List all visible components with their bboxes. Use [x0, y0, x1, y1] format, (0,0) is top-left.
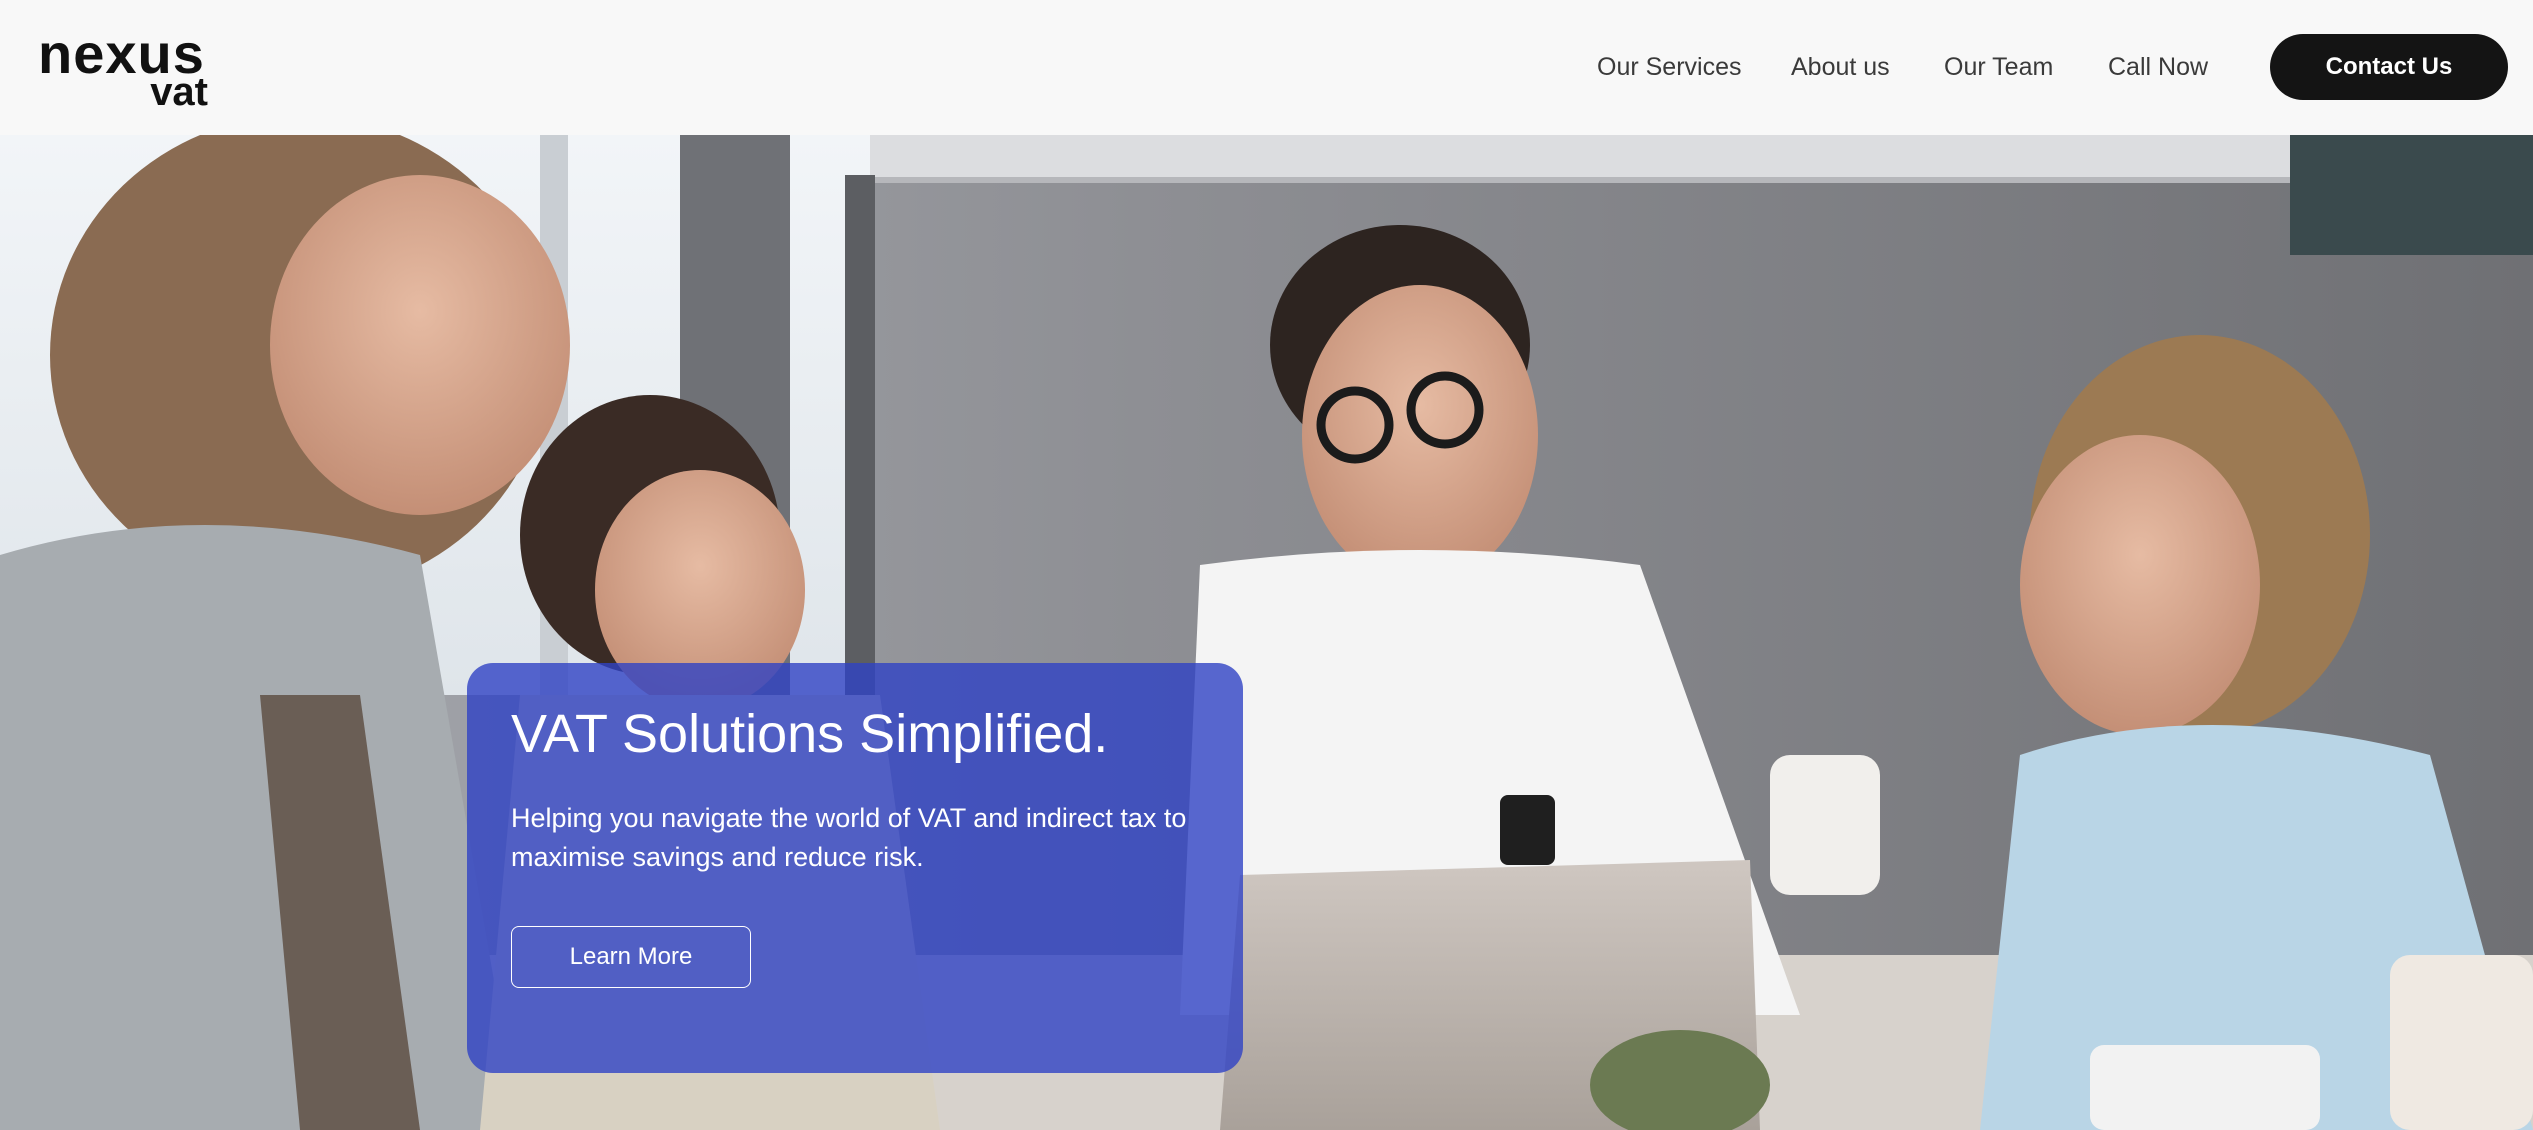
nav-link-our-team[interactable]: Our Team — [1944, 51, 2053, 83]
hero-section: VAT Solutions Simplified. Helping you na… — [0, 135, 2533, 1130]
nav-link-our-services[interactable]: Our Services — [1597, 51, 1741, 83]
site-header: nexus vat Our Services About us Our Team… — [0, 0, 2533, 135]
hero-card: VAT Solutions Simplified. Helping you na… — [467, 663, 1243, 1073]
nav-link-about-us[interactable]: About us — [1791, 51, 1890, 83]
learn-more-button[interactable]: Learn More — [511, 926, 751, 988]
nav-link-call-now[interactable]: Call Now — [2108, 51, 2208, 83]
nexus-vat-logo[interactable]: nexus vat — [38, 26, 218, 115]
contact-us-button[interactable]: Contact Us — [2270, 34, 2508, 100]
logo-wordmark-bottom: vat — [150, 70, 208, 114]
hero-title: VAT Solutions Simplified. — [511, 704, 1109, 764]
hero-background-photo — [0, 135, 2533, 1130]
hero-description: Helping you navigate the world of VAT an… — [511, 803, 1187, 872]
